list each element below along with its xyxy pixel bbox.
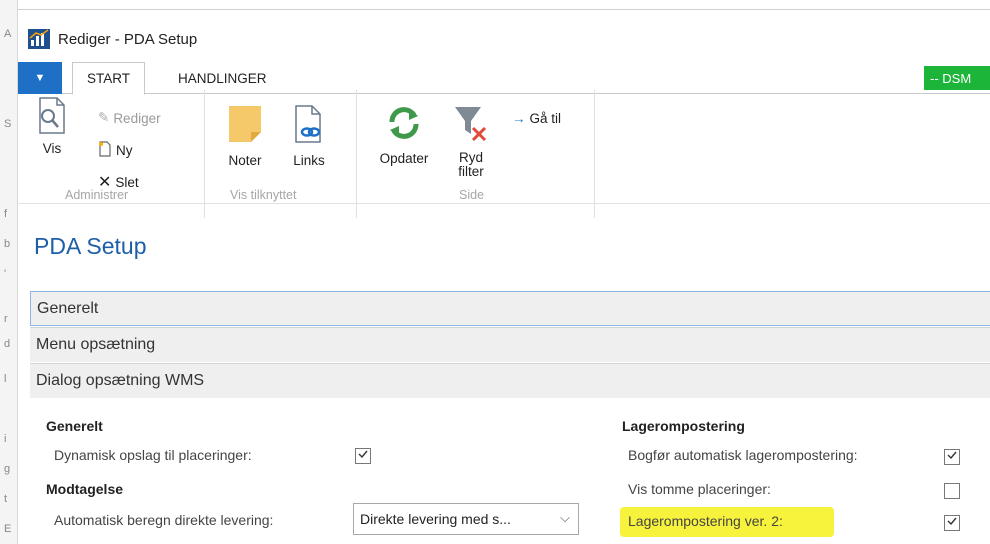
ribbon-separator: [594, 90, 595, 218]
ribbon-tabs: ▼ START HANDLINGER -- DSM: [18, 60, 990, 95]
notes-label: Noter: [228, 153, 262, 168]
refresh-button[interactable]: Opdater: [370, 104, 438, 184]
section-menu-setup[interactable]: Menu opsætning: [30, 327, 990, 362]
edge-letter: A: [4, 28, 12, 40]
ver2-checkbox[interactable]: [944, 515, 960, 531]
view-document-icon: [35, 96, 69, 139]
edge-letter: f: [4, 208, 8, 220]
sticky-note-icon: [227, 104, 263, 147]
edge-letter: ': [4, 268, 7, 280]
new-document-icon: [98, 140, 112, 160]
tab-actions[interactable]: HANDLINGER: [164, 62, 281, 95]
section-generelt[interactable]: Generelt: [30, 291, 990, 326]
checkmark-icon: [357, 447, 369, 465]
clear-filter-button[interactable]: Ryd filter: [446, 104, 496, 200]
edge-letter: b: [4, 238, 11, 250]
checkmark-icon: [946, 448, 958, 466]
group-administrer: Administrer: [65, 188, 129, 202]
ver2-label: Lagerompostering ver. 2:: [628, 513, 783, 529]
triangle-down-icon: ▼: [34, 72, 46, 84]
links-button[interactable]: Links: [284, 104, 334, 184]
clear-filter-label-1: Ryd: [458, 150, 483, 165]
edge-letter: i: [4, 433, 7, 445]
company-badge: -- DSM: [924, 66, 990, 90]
show-empty-label: Vis tomme placeringer:: [628, 481, 771, 497]
edge-letter: t: [4, 493, 8, 505]
edit-label: Rediger: [113, 110, 161, 126]
link-document-icon: [292, 104, 326, 147]
chevron-down-icon: ⌵: [560, 510, 570, 525]
auto-post-label: Bogfør automatisk lagerompostering:: [628, 447, 858, 463]
clear-filter-label-2: filter: [458, 164, 484, 179]
refresh-label: Opdater: [379, 151, 429, 166]
page-title: PDA Setup: [34, 233, 147, 259]
ribbon-separator: [204, 90, 205, 218]
edit-window: Rediger - PDA Setup ▼ START HANDLINGER -…: [18, 18, 990, 544]
app-menu-button[interactable]: ▼: [18, 62, 62, 94]
edit-button[interactable]: ✎ Rediger: [98, 108, 161, 128]
new-label: Ny: [116, 142, 133, 158]
auto-delivery-label: Automatisk beregn direkte levering:: [54, 512, 274, 528]
edge-letter: r: [4, 313, 8, 325]
tab-start[interactable]: START: [72, 62, 146, 95]
dynamic-lookup-label: Dynamisk opslag til placeringer:: [54, 447, 252, 463]
window-title: Rediger - PDA Setup: [58, 30, 198, 48]
dynamic-lookup-checkbox[interactable]: [355, 448, 371, 464]
edge-letter: l: [4, 373, 7, 385]
group-side: Side: [459, 188, 485, 202]
auto-post-checkbox[interactable]: [944, 449, 960, 465]
clear-filter-icon: [453, 104, 489, 147]
edge-letter: g: [4, 463, 11, 475]
chart-app-icon: [28, 29, 50, 49]
auto-delivery-select[interactable]: Direkte levering med s... ⌵: [353, 503, 579, 535]
links-label: Links: [293, 153, 325, 168]
group-heading-generelt: Generelt: [46, 418, 103, 434]
edge-letter: E: [4, 523, 12, 535]
go-to-label: Gå til: [529, 110, 562, 126]
title-bar: Rediger - PDA Setup: [18, 18, 990, 60]
edge-letter: d: [4, 338, 11, 350]
group-heading-lagerompostering: Lagerompostering: [622, 418, 745, 434]
edge-letter: S: [4, 118, 12, 130]
ribbon: [18, 94, 990, 204]
show-empty-checkbox[interactable]: [944, 483, 960, 499]
group-heading-modtagelse: Modtagelse: [46, 481, 124, 497]
view-label: Vis: [42, 141, 62, 156]
section-dialog-setup-wms[interactable]: Dialog opsætning WMS: [30, 363, 990, 398]
new-button[interactable]: Ny: [98, 140, 133, 160]
notes-button[interactable]: Noter: [220, 104, 270, 184]
go-to-button[interactable]: → Gå til: [512, 108, 561, 128]
arrow-right-icon: →: [512, 110, 526, 126]
top-divider: [18, 9, 990, 10]
ribbon-separator: [356, 90, 357, 218]
refresh-icon: [385, 104, 423, 145]
auto-delivery-value: Direkte levering med s...: [360, 511, 511, 527]
checkmark-icon: [946, 514, 958, 532]
view-button[interactable]: Vis: [30, 96, 74, 178]
group-vis-tilknyttet: Vis tilknyttet: [230, 188, 297, 202]
background-window-edge: A S f b ' r d l i g t E: [0, 0, 18, 544]
pencil-icon: ✎: [98, 110, 110, 125]
